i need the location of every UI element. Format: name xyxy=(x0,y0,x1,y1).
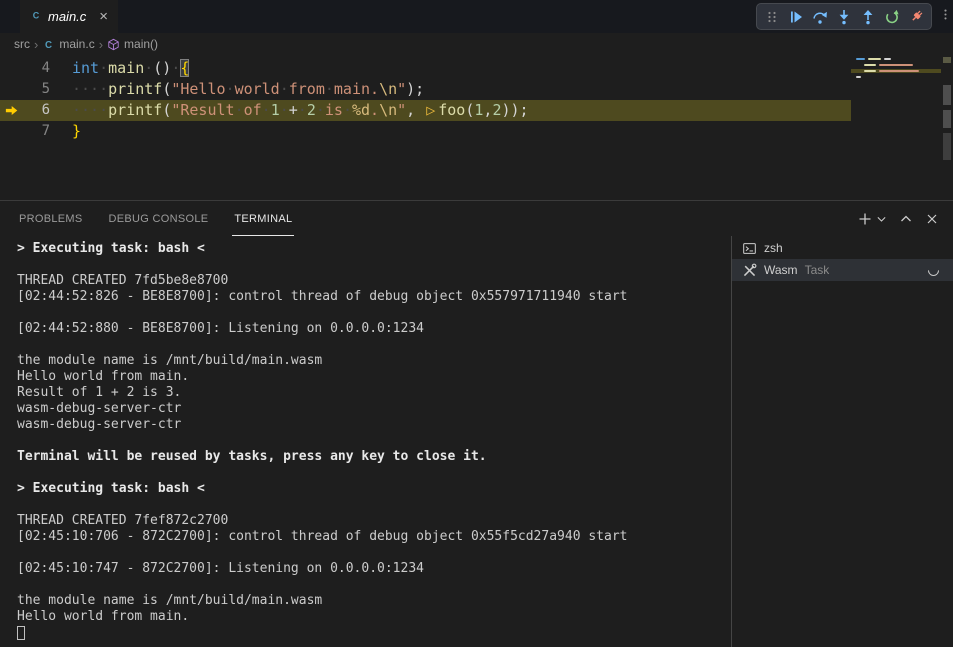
breadcrumb-separator: › xyxy=(34,37,38,52)
panel-tab-debug-console[interactable]: DEBUG CONSOLE xyxy=(107,201,211,236)
debug-disconnect-icon[interactable] xyxy=(904,4,928,29)
tools-icon xyxy=(742,263,757,278)
debug-step-out-icon[interactable] xyxy=(856,4,880,29)
terminal-list-item-wasm[interactable]: Wasm Task xyxy=(732,259,953,281)
terminal-list: zsh Wasm Task xyxy=(731,236,953,647)
glyph-margin-line-6[interactable] xyxy=(0,100,22,121)
code-line-7[interactable]: 7} xyxy=(0,121,851,142)
terminal-line: > Executing task: bash < xyxy=(17,481,731,497)
code-text: } xyxy=(50,121,81,142)
step-into-target-icon[interactable]: ▷ xyxy=(426,101,435,119)
minimap-line xyxy=(856,57,936,61)
line-number: 7 xyxy=(22,121,50,142)
launch-profile-dropdown-icon[interactable] xyxy=(875,210,888,227)
terminal-line xyxy=(17,433,731,449)
code-line-6[interactable]: 6····printf("Result·of·1·+·2·is·%d.\n", … xyxy=(0,100,851,121)
vscode-window: C main.c × src › Cmain.c › main() 4int·main·… xyxy=(0,0,953,647)
code-editor[interactable]: 4int·main·()·{5····printf("Hello·world·f… xyxy=(0,55,953,201)
panel-header: PROBLEMS DEBUG CONSOLE TERMINAL xyxy=(0,201,953,236)
breadcrumb-separator: › xyxy=(99,37,103,52)
terminal-item-label: zsh xyxy=(764,241,783,255)
minimap-line xyxy=(856,75,936,79)
code-line-4[interactable]: 4int·main·()·{ xyxy=(0,58,851,79)
terminal-line: Result of 1 + 2 is 3. xyxy=(17,385,731,401)
line-number: 4 xyxy=(22,58,50,79)
terminal-line: the module name is /mnt/build/main.wasm xyxy=(17,353,731,369)
panel-tab-problems[interactable]: PROBLEMS xyxy=(17,201,85,236)
debug-restart-icon[interactable] xyxy=(880,4,904,29)
panel-actions xyxy=(856,210,940,227)
breadcrumb-item-main[interactable]: main() xyxy=(107,37,158,51)
tab-label: main.c xyxy=(48,9,86,24)
editor-tab-bar: C main.c × xyxy=(0,0,953,33)
terminal-line xyxy=(17,497,731,513)
terminal-line xyxy=(17,305,731,321)
panel-tab-terminal[interactable]: TERMINAL xyxy=(232,201,294,236)
breadcrumb-item-mainc[interactable]: Cmain.c xyxy=(42,37,94,51)
line-number: 5 xyxy=(22,79,50,100)
debug-toolbar xyxy=(756,3,932,30)
terminal-line: Hello world from main. xyxy=(17,609,731,625)
terminal-line xyxy=(17,337,731,353)
minimap[interactable] xyxy=(851,55,941,201)
terminal-line: wasm-debug-server-ctr xyxy=(17,417,731,433)
debug-current-line-icon xyxy=(4,103,19,118)
debug-continue-icon[interactable] xyxy=(784,4,808,29)
svg-text:C: C xyxy=(45,40,52,51)
glyph-margin-line-5[interactable] xyxy=(0,79,22,100)
code-text: ····printf("Result·of·1·+·2·is·%d.\n", ▷… xyxy=(50,100,529,121)
glyph-margin-line-7[interactable] xyxy=(0,121,22,142)
code-line-5[interactable]: 5····printf("Hello·world·from·main.\n"); xyxy=(0,79,851,100)
breadcrumb-item-src[interactable]: src xyxy=(14,37,30,51)
terminal-item-meta: Task xyxy=(805,263,830,277)
minimap-line xyxy=(856,63,936,67)
c-file-icon: C xyxy=(42,38,55,51)
close-panel-icon[interactable] xyxy=(923,210,940,227)
c-file-icon: C xyxy=(30,9,42,24)
terminal-line: [02:44:52:880 - BE8E8700]: Listening on … xyxy=(17,321,731,337)
terminal-list-item-zsh[interactable]: zsh xyxy=(732,237,953,259)
maximize-panel-icon[interactable] xyxy=(897,210,914,227)
new-terminal-icon[interactable] xyxy=(856,210,873,227)
gripper-icon[interactable] xyxy=(760,4,784,29)
terminal-line xyxy=(17,257,731,273)
terminal-line xyxy=(17,545,731,561)
terminal-line: THREAD CREATED 7fd5be8e8700 xyxy=(17,273,731,289)
panel-body: > Executing task: bash < THREAD CREATED … xyxy=(0,236,953,647)
svg-text:C: C xyxy=(33,10,40,20)
glyph-margin-line-4[interactable] xyxy=(0,58,22,79)
terminal-line: [02:45:10:747 - 872C2700]: Listening on … xyxy=(17,561,731,577)
terminal-line: Hello world from main. xyxy=(17,369,731,385)
code-text: ····printf("Hello·world·from·main.\n"); xyxy=(50,79,424,100)
panel-tabs: PROBLEMS DEBUG CONSOLE TERMINAL xyxy=(0,201,953,236)
code-text: int·main·()·{ xyxy=(50,58,189,79)
close-tab-icon[interactable]: × xyxy=(99,9,108,24)
terminal-icon xyxy=(742,241,757,256)
bottom-panel: PROBLEMS DEBUG CONSOLE TERMINAL > Executin… xyxy=(0,200,953,647)
debug-step-over-icon[interactable] xyxy=(808,4,832,29)
terminal-line: > Executing task: bash < xyxy=(17,241,731,257)
terminal-line: Terminal will be reused by tasks, press … xyxy=(17,449,731,465)
minimap-line-highlighted xyxy=(851,69,941,73)
terminal-line: [02:44:52:826 - BE8E8700]: control threa… xyxy=(17,289,731,305)
terminal-item-label: Wasm xyxy=(764,263,798,277)
terminal-line xyxy=(17,577,731,593)
line-number: 6 xyxy=(22,100,50,121)
terminal-output[interactable]: > Executing task: bash < THREAD CREATED … xyxy=(0,236,731,647)
editor-lines: 4int·main·()·{5····printf("Hello·world·f… xyxy=(0,58,851,142)
terminal-cursor xyxy=(17,626,25,640)
breadcrumb: src › Cmain.c › main() xyxy=(0,33,953,55)
loading-spinner-icon xyxy=(926,262,942,278)
terminal-line: [02:45:10:706 - 872C2700]: control threa… xyxy=(17,529,731,545)
terminal-line: wasm-debug-server-ctr xyxy=(17,401,731,417)
debug-step-into-icon[interactable] xyxy=(832,4,856,29)
more-actions-icon[interactable] xyxy=(939,8,952,22)
terminal-line: the module name is /mnt/build/main.wasm xyxy=(17,593,731,609)
terminal-line: THREAD CREATED 7fef872c2700 xyxy=(17,513,731,529)
tab-main-c[interactable]: C main.c × xyxy=(20,0,118,33)
symbol-method-icon xyxy=(107,38,120,51)
overview-ruler xyxy=(941,55,953,201)
terminal-line xyxy=(17,465,731,481)
terminal-line xyxy=(17,625,731,641)
